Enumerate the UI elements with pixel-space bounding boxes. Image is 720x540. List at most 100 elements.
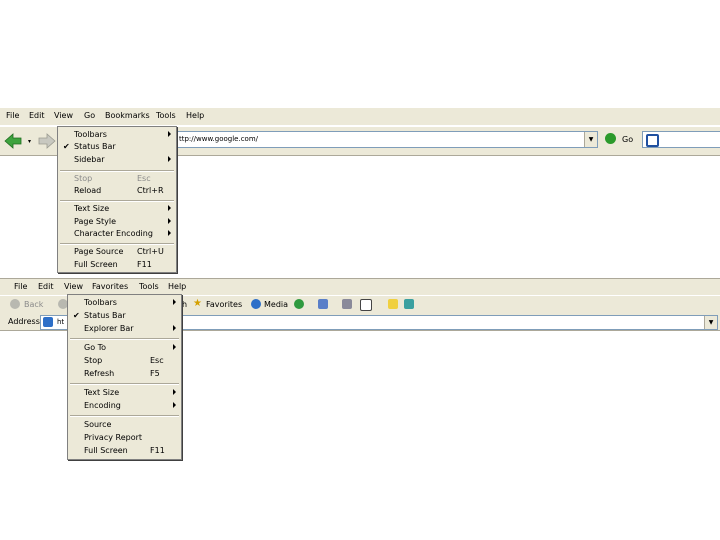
- menu-item-label: Toolbars: [84, 298, 117, 307]
- ff-view-page-style[interactable]: Page Style: [58, 216, 176, 228]
- menu-item-shortcut: F11: [137, 260, 152, 269]
- ie-view-stop[interactable]: Stop Esc: [68, 355, 181, 367]
- ff-view-full-screen[interactable]: Full Screen F11: [58, 259, 176, 271]
- menu-item-shortcut: Esc: [150, 356, 164, 365]
- menu-item-label: Full Screen: [74, 260, 118, 269]
- submenu-arrow-icon: [173, 402, 176, 408]
- ie-view-text-size[interactable]: Text Size: [68, 387, 181, 399]
- mail-icon[interactable]: [318, 299, 328, 309]
- submenu-arrow-icon: [168, 156, 171, 162]
- go-arrow-icon[interactable]: [605, 133, 616, 144]
- ff-search-box[interactable]: [642, 131, 720, 148]
- ff-view-sidebar[interactable]: Sidebar: [58, 154, 176, 166]
- ff-menu-help[interactable]: Help: [186, 111, 204, 120]
- menu-item-label: Go To: [84, 343, 107, 352]
- ie-menu-tools[interactable]: Tools: [139, 282, 159, 291]
- menu-item-label: Source: [84, 420, 112, 429]
- menu-separator: [70, 338, 179, 340]
- back-icon[interactable]: [10, 299, 20, 309]
- menu-item-label: Stop: [74, 174, 93, 183]
- ff-menu-tools[interactable]: Tools: [156, 111, 176, 120]
- ff-view-reload[interactable]: Reload Ctrl+R: [58, 185, 176, 197]
- print-icon[interactable]: [342, 299, 352, 309]
- ie-view-explorer-bar[interactable]: Explorer Bar: [68, 323, 181, 335]
- menu-item-label: Status Bar: [84, 311, 126, 320]
- menu-item-label: Full Screen: [84, 446, 128, 455]
- ie-back-button[interactable]: Back: [24, 300, 43, 309]
- ff-view-page-source[interactable]: Page Source Ctrl+U: [58, 246, 176, 258]
- ie-menu-edit[interactable]: Edit: [38, 282, 54, 291]
- menu-item-shortcut: Ctrl+U: [137, 247, 164, 256]
- ie-search-button[interactable]: h: [182, 300, 187, 309]
- menu-item-shortcut: Ctrl+R: [137, 186, 164, 195]
- ie-view-privacy-report[interactable]: Privacy Report: [68, 432, 181, 444]
- ie-view-status-bar[interactable]: ✔ Status Bar: [68, 310, 181, 322]
- submenu-arrow-icon: [173, 325, 176, 331]
- menu-item-label: Character Encoding: [74, 229, 153, 238]
- ff-menu-edit[interactable]: Edit: [29, 111, 45, 120]
- back-arrow-icon[interactable]: [4, 132, 22, 150]
- submenu-arrow-icon: [168, 230, 171, 236]
- menu-separator: [60, 243, 174, 245]
- ff-menu-view[interactable]: View: [54, 111, 73, 120]
- ff-view-text-size[interactable]: Text Size: [58, 203, 176, 215]
- menu-item-label: Encoding: [84, 401, 121, 410]
- search-engine-icon[interactable]: [646, 134, 659, 147]
- menu-item-label: Text Size: [74, 204, 110, 213]
- menu-item-label: Reload: [74, 186, 102, 195]
- checkmark-icon: ✔: [63, 142, 70, 151]
- menu-item-label: Privacy Report: [84, 433, 143, 442]
- address-label: Address: [8, 317, 40, 326]
- menu-item-label: Status Bar: [74, 142, 116, 151]
- ie-media-button[interactable]: Media: [264, 300, 288, 309]
- ff-menu-bookmarks[interactable]: Bookmarks: [105, 111, 150, 120]
- address-dropdown-icon[interactable]: ▼: [704, 316, 717, 329]
- submenu-arrow-icon: [173, 344, 176, 350]
- ie-view-go-to[interactable]: Go To: [68, 342, 181, 354]
- edit-icon[interactable]: [360, 299, 372, 311]
- menu-separator: [70, 415, 179, 417]
- submenu-arrow-icon: [173, 299, 176, 305]
- ff-go-button[interactable]: Go: [622, 135, 633, 144]
- ie-menu-file[interactable]: File: [14, 282, 27, 291]
- ie-view-toolbars[interactable]: Toolbars: [68, 297, 181, 309]
- ff-url-bar[interactable]: ttp://www.google.com/ ▼: [176, 131, 598, 148]
- ie-view-encoding[interactable]: Encoding: [68, 400, 181, 412]
- ie-menu-view[interactable]: View: [64, 282, 83, 291]
- ie-menubar: File Edit View Favorites Tools Help: [0, 278, 720, 295]
- media-icon[interactable]: [251, 299, 261, 309]
- history-icon[interactable]: [294, 299, 304, 309]
- menu-item-label: Stop: [84, 356, 103, 365]
- menu-item-shortcut: F11: [150, 446, 165, 455]
- ie-menu-favorites[interactable]: Favorites: [92, 282, 128, 291]
- ff-view-status-bar[interactable]: ✔ Status Bar: [58, 141, 176, 153]
- ff-menu-go[interactable]: Go: [84, 111, 95, 120]
- forward-arrow-icon[interactable]: [38, 132, 56, 150]
- ie-view-full-screen[interactable]: Full Screen F11: [68, 445, 181, 457]
- submenu-arrow-icon: [168, 131, 171, 137]
- firefox-menubar: File Edit View Go Bookmarks Tools Help: [0, 108, 720, 125]
- ie-view-source[interactable]: Source: [68, 419, 181, 431]
- ie-menu-help[interactable]: Help: [168, 282, 186, 291]
- menu-item-label: Toolbars: [74, 130, 107, 139]
- ff-view-toolbars[interactable]: Toolbars: [58, 129, 176, 141]
- ff-view-character-encoding[interactable]: Character Encoding: [58, 228, 176, 240]
- ie-view-refresh[interactable]: Refresh F5: [68, 368, 181, 380]
- menu-separator: [70, 383, 179, 385]
- ie-address-text: ht: [57, 318, 65, 326]
- back-dropdown-icon[interactable]: ▾: [28, 138, 31, 145]
- checkmark-icon: ✔: [73, 311, 80, 320]
- ie-favorites-button[interactable]: Favorites: [206, 300, 242, 309]
- discuss-icon[interactable]: [388, 299, 398, 309]
- ff-url-text: ttp://www.google.com/: [179, 135, 259, 143]
- ff-menu-file[interactable]: File: [6, 111, 19, 120]
- page-icon: [43, 317, 53, 327]
- menu-item-shortcut: F5: [150, 369, 160, 378]
- url-dropdown-icon[interactable]: ▼: [584, 132, 597, 147]
- menu-item-label: Refresh: [84, 369, 115, 378]
- submenu-arrow-icon: [168, 218, 171, 224]
- menu-item-label: Explorer Bar: [84, 324, 134, 333]
- ff-view-stop[interactable]: Stop Esc: [58, 173, 176, 185]
- favorites-star-icon[interactable]: ★: [193, 298, 202, 309]
- messenger-icon[interactable]: [404, 299, 414, 309]
